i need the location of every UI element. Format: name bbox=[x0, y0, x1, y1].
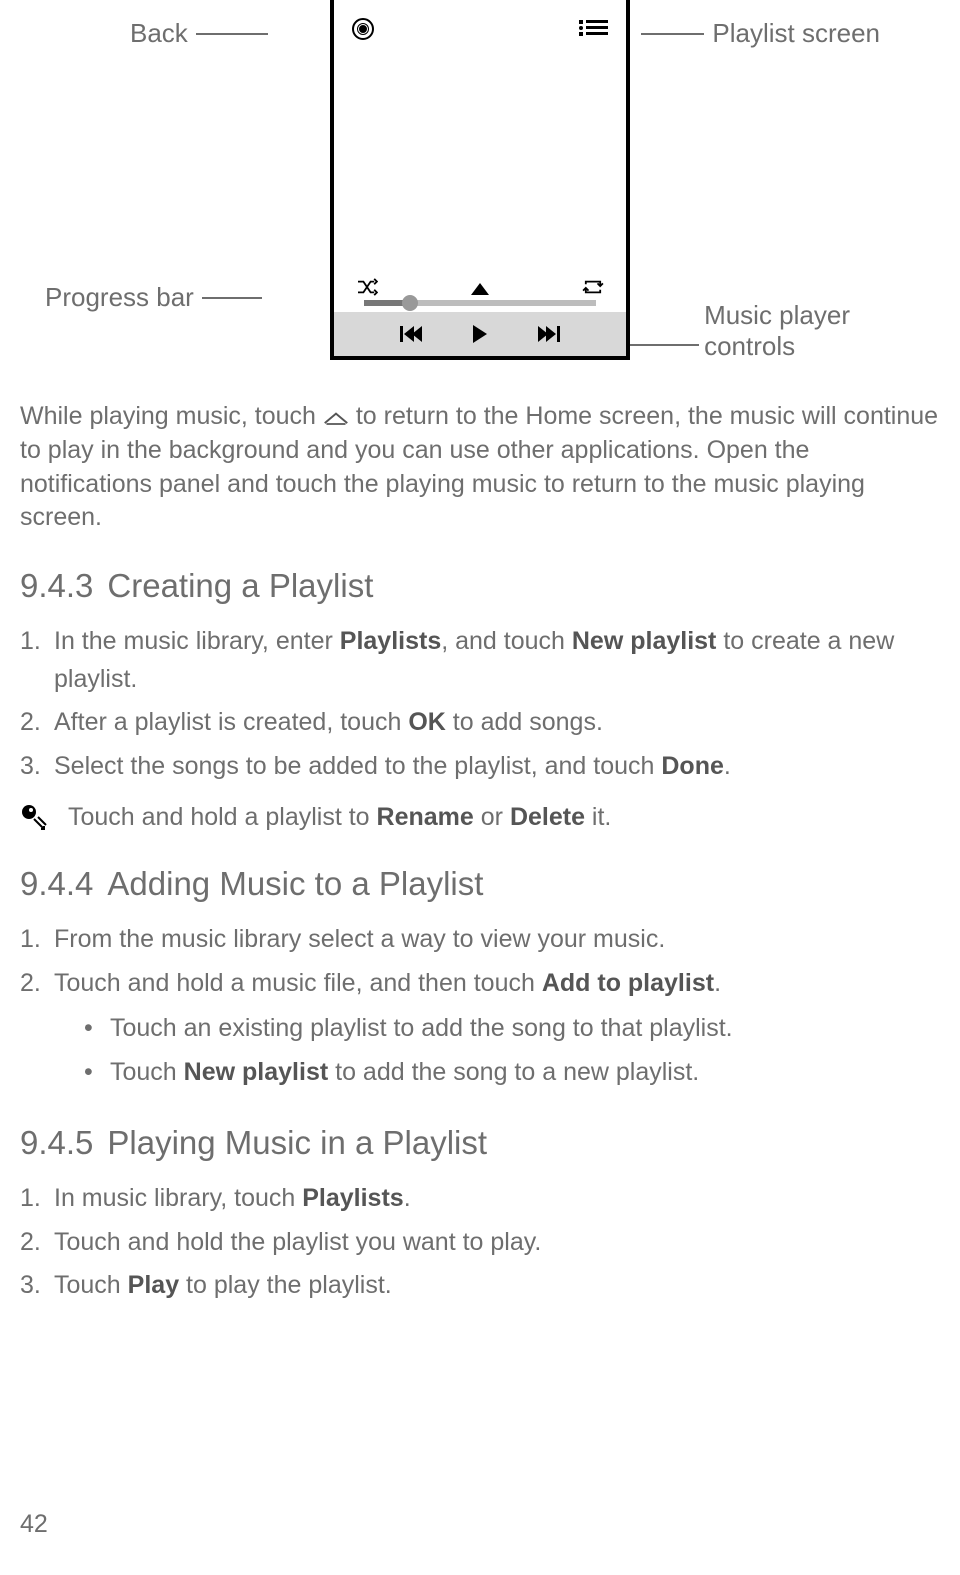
list-item: From the music library select a way to v… bbox=[20, 921, 940, 959]
page-number: 42 bbox=[20, 1510, 48, 1539]
leader-line bbox=[641, 33, 704, 35]
previous-track-icon bbox=[400, 326, 420, 342]
leader-line bbox=[196, 33, 268, 35]
play-icon bbox=[473, 325, 487, 343]
section-title: Playing Music in a Playlist bbox=[107, 1124, 487, 1161]
list-item: Select the songs to be added to the play… bbox=[20, 748, 940, 786]
callout-progress-label: Progress bar bbox=[45, 282, 194, 313]
callout-controls-label-2: controls bbox=[704, 331, 795, 362]
list-943: In the music library, enter Playlists, a… bbox=[20, 623, 940, 785]
heading-944: 9.4.4 Adding Music to a Playlist bbox=[20, 865, 940, 903]
paragraph-background-play: While playing music, touch to return to … bbox=[20, 400, 940, 535]
list-item: Touch and hold the playlist you want to … bbox=[20, 1224, 940, 1262]
callout-music-controls: Music player controls bbox=[704, 300, 850, 362]
list-item: In music library, touch Playlists. bbox=[20, 1180, 940, 1218]
phone-top-bar bbox=[334, 0, 626, 44]
list-945: In music library, touch Playlists. Touch… bbox=[20, 1180, 940, 1305]
heading-945: 9.4.5 Playing Music in a Playlist bbox=[20, 1124, 940, 1162]
list-item: In the music library, enter Playlists, a… bbox=[20, 623, 940, 698]
home-icon bbox=[323, 411, 349, 425]
shuffle-icon bbox=[356, 278, 378, 301]
section-number: 9.4.3 bbox=[20, 567, 93, 604]
progress-thumb bbox=[402, 295, 418, 311]
callout-playlist-label: Playlist screen bbox=[712, 18, 880, 49]
tip-text: Touch and hold a playlist to Rename or D… bbox=[68, 803, 611, 832]
back-disc-icon bbox=[352, 18, 374, 45]
tip-icon bbox=[20, 803, 50, 833]
list-item: Touch and hold a music file, and then to… bbox=[20, 965, 940, 1093]
list-item: After a playlist is created, touch OK to… bbox=[20, 704, 940, 742]
section-title: Adding Music to a Playlist bbox=[107, 865, 483, 902]
section-number: 9.4.4 bbox=[20, 865, 93, 902]
phone-frame bbox=[330, 0, 630, 360]
list-item: Touch New playlist to add the song to a … bbox=[84, 1052, 940, 1092]
playlist-list-icon bbox=[586, 20, 608, 38]
player-controls-bar bbox=[334, 312, 626, 356]
list-item: Touch an existing playlist to add the so… bbox=[84, 1008, 940, 1048]
callout-back: Back bbox=[130, 18, 268, 49]
leader-line bbox=[202, 297, 262, 299]
callout-playlist-screen: Playlist screen bbox=[641, 18, 880, 49]
progress-slider bbox=[364, 300, 596, 306]
repeat-icon bbox=[582, 278, 604, 301]
leader-line bbox=[619, 344, 699, 346]
sublist-944: Touch an existing playlist to add the so… bbox=[84, 1008, 940, 1092]
callout-controls-label-1: Music player bbox=[704, 300, 850, 331]
callout-back-label: Back bbox=[130, 18, 188, 49]
collapse-up-icon bbox=[471, 283, 489, 295]
section-number: 9.4.5 bbox=[20, 1124, 93, 1161]
progress-bar-row bbox=[334, 266, 626, 312]
tip-rename-delete: Touch and hold a playlist to Rename or D… bbox=[20, 803, 940, 833]
list-item: Touch Play to play the playlist. bbox=[20, 1267, 940, 1305]
callout-progress-bar: Progress bar bbox=[45, 282, 262, 313]
heading-943: 9.4.3 Creating a Playlist bbox=[20, 567, 940, 605]
section-title: Creating a Playlist bbox=[107, 567, 373, 604]
para-text: While playing music, touch bbox=[20, 402, 323, 430]
list-944: From the music library select a way to v… bbox=[20, 921, 940, 1092]
music-player-diagram: Back Playlist screen Progress bar Music … bbox=[20, 0, 940, 380]
next-track-icon bbox=[540, 326, 560, 342]
